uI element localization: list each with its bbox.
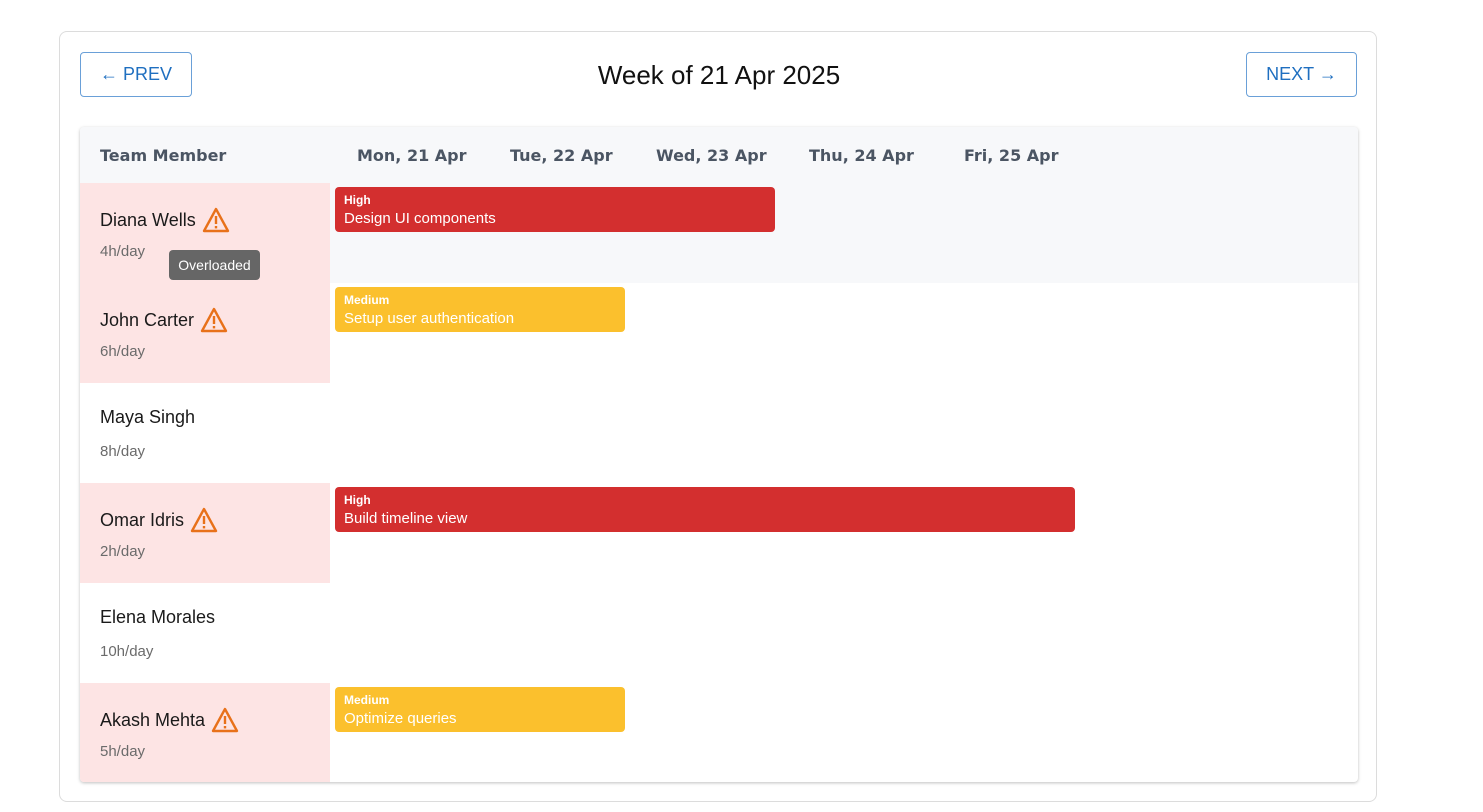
- header-day-tue: Tue, 22 Apr: [510, 146, 613, 165]
- header-day-mon: Mon, 21 Apr: [357, 146, 467, 165]
- next-week-button[interactable]: NEXT →: [1246, 52, 1357, 97]
- task-priority: Medium: [344, 293, 390, 307]
- member-name-label: Elena Morales: [100, 607, 216, 627]
- member-row: Omar Idris 2h/day High Build timeline view: [80, 483, 1358, 583]
- task-priority: Medium: [344, 693, 390, 707]
- member-name-label: Diana Wells: [100, 209, 196, 230]
- task-title: Setup user authentication: [344, 310, 515, 327]
- member-hours: 5h/day: [100, 743, 146, 760]
- header-day-fri: Fri, 25 Apr: [964, 146, 1059, 165]
- task-bar[interactable]: Medium Setup user authentication: [335, 287, 625, 332]
- warning-triangle-icon[interactable]: [190, 507, 218, 533]
- overloaded-tooltip: Overloaded: [169, 250, 260, 280]
- member-cell: Omar Idris 2h/day: [80, 483, 330, 583]
- member-name: Omar Idris: [100, 507, 218, 533]
- member-name-label: Akash Mehta: [100, 709, 206, 730]
- member-name: Akash Mehta: [100, 707, 239, 733]
- member-name-label: John Carter: [100, 309, 195, 330]
- member-name: Diana Wells: [100, 207, 230, 233]
- timeline-grid: Team Member Mon, 21 Apr Tue, 22 Apr Wed,…: [80, 127, 1358, 782]
- member-row: Maya Singh 8h/day: [80, 383, 1358, 483]
- member-cell: Akash Mehta 5h/day: [80, 683, 330, 782]
- member-hours: 6h/day: [100, 343, 146, 360]
- header-team-member: Team Member: [100, 146, 227, 165]
- member-hours: 8h/day: [100, 443, 146, 460]
- task-title: Build timeline view: [344, 510, 468, 527]
- member-cell: Elena Morales 10h/day: [80, 583, 330, 683]
- member-hours: 10h/day: [100, 643, 154, 660]
- member-cell: John Carter 6h/day: [80, 283, 330, 383]
- member-name: Maya Singh: [100, 407, 195, 428]
- week-title: Week of 21 Apr 2025: [597, 60, 841, 90]
- member-hours: 2h/day: [100, 543, 146, 560]
- task-bar[interactable]: High Build timeline view: [335, 487, 1075, 532]
- task-bar[interactable]: High Design UI components: [335, 187, 775, 232]
- warning-triangle-icon[interactable]: [200, 307, 228, 333]
- member-row: Akash Mehta 5h/day Medium Optimize queries: [80, 683, 1358, 782]
- warning-triangle-icon[interactable]: [202, 207, 230, 233]
- task-title: Optimize queries: [344, 710, 457, 727]
- task-title: Design UI components: [344, 210, 496, 227]
- member-hours: 4h/day: [100, 243, 146, 260]
- timeline-header-row: Team Member Mon, 21 Apr Tue, 22 Apr Wed,…: [80, 127, 1358, 183]
- task-priority: High: [344, 493, 371, 507]
- member-cell: Maya Singh 8h/day: [80, 383, 330, 483]
- member-name: Elena Morales: [100, 607, 215, 628]
- member-row: John Carter 6h/day Medium Setup user authen…: [80, 283, 1358, 383]
- member-name: John Carter: [100, 307, 228, 333]
- member-row: Elena Morales 10h/day: [80, 583, 1358, 683]
- task-priority: High: [344, 193, 371, 207]
- member-name-label: Maya Singh: [100, 407, 196, 427]
- task-bar[interactable]: Medium Optimize queries: [335, 687, 625, 732]
- warning-triangle-icon[interactable]: [211, 707, 239, 733]
- member-row: Diana Wells 4h/day High Design UI component…: [80, 183, 1358, 283]
- member-name-label: Omar Idris: [100, 509, 185, 530]
- header-day-thu: Thu, 24 Apr: [809, 146, 914, 165]
- header-day-wed: Wed, 23 Apr: [656, 146, 767, 165]
